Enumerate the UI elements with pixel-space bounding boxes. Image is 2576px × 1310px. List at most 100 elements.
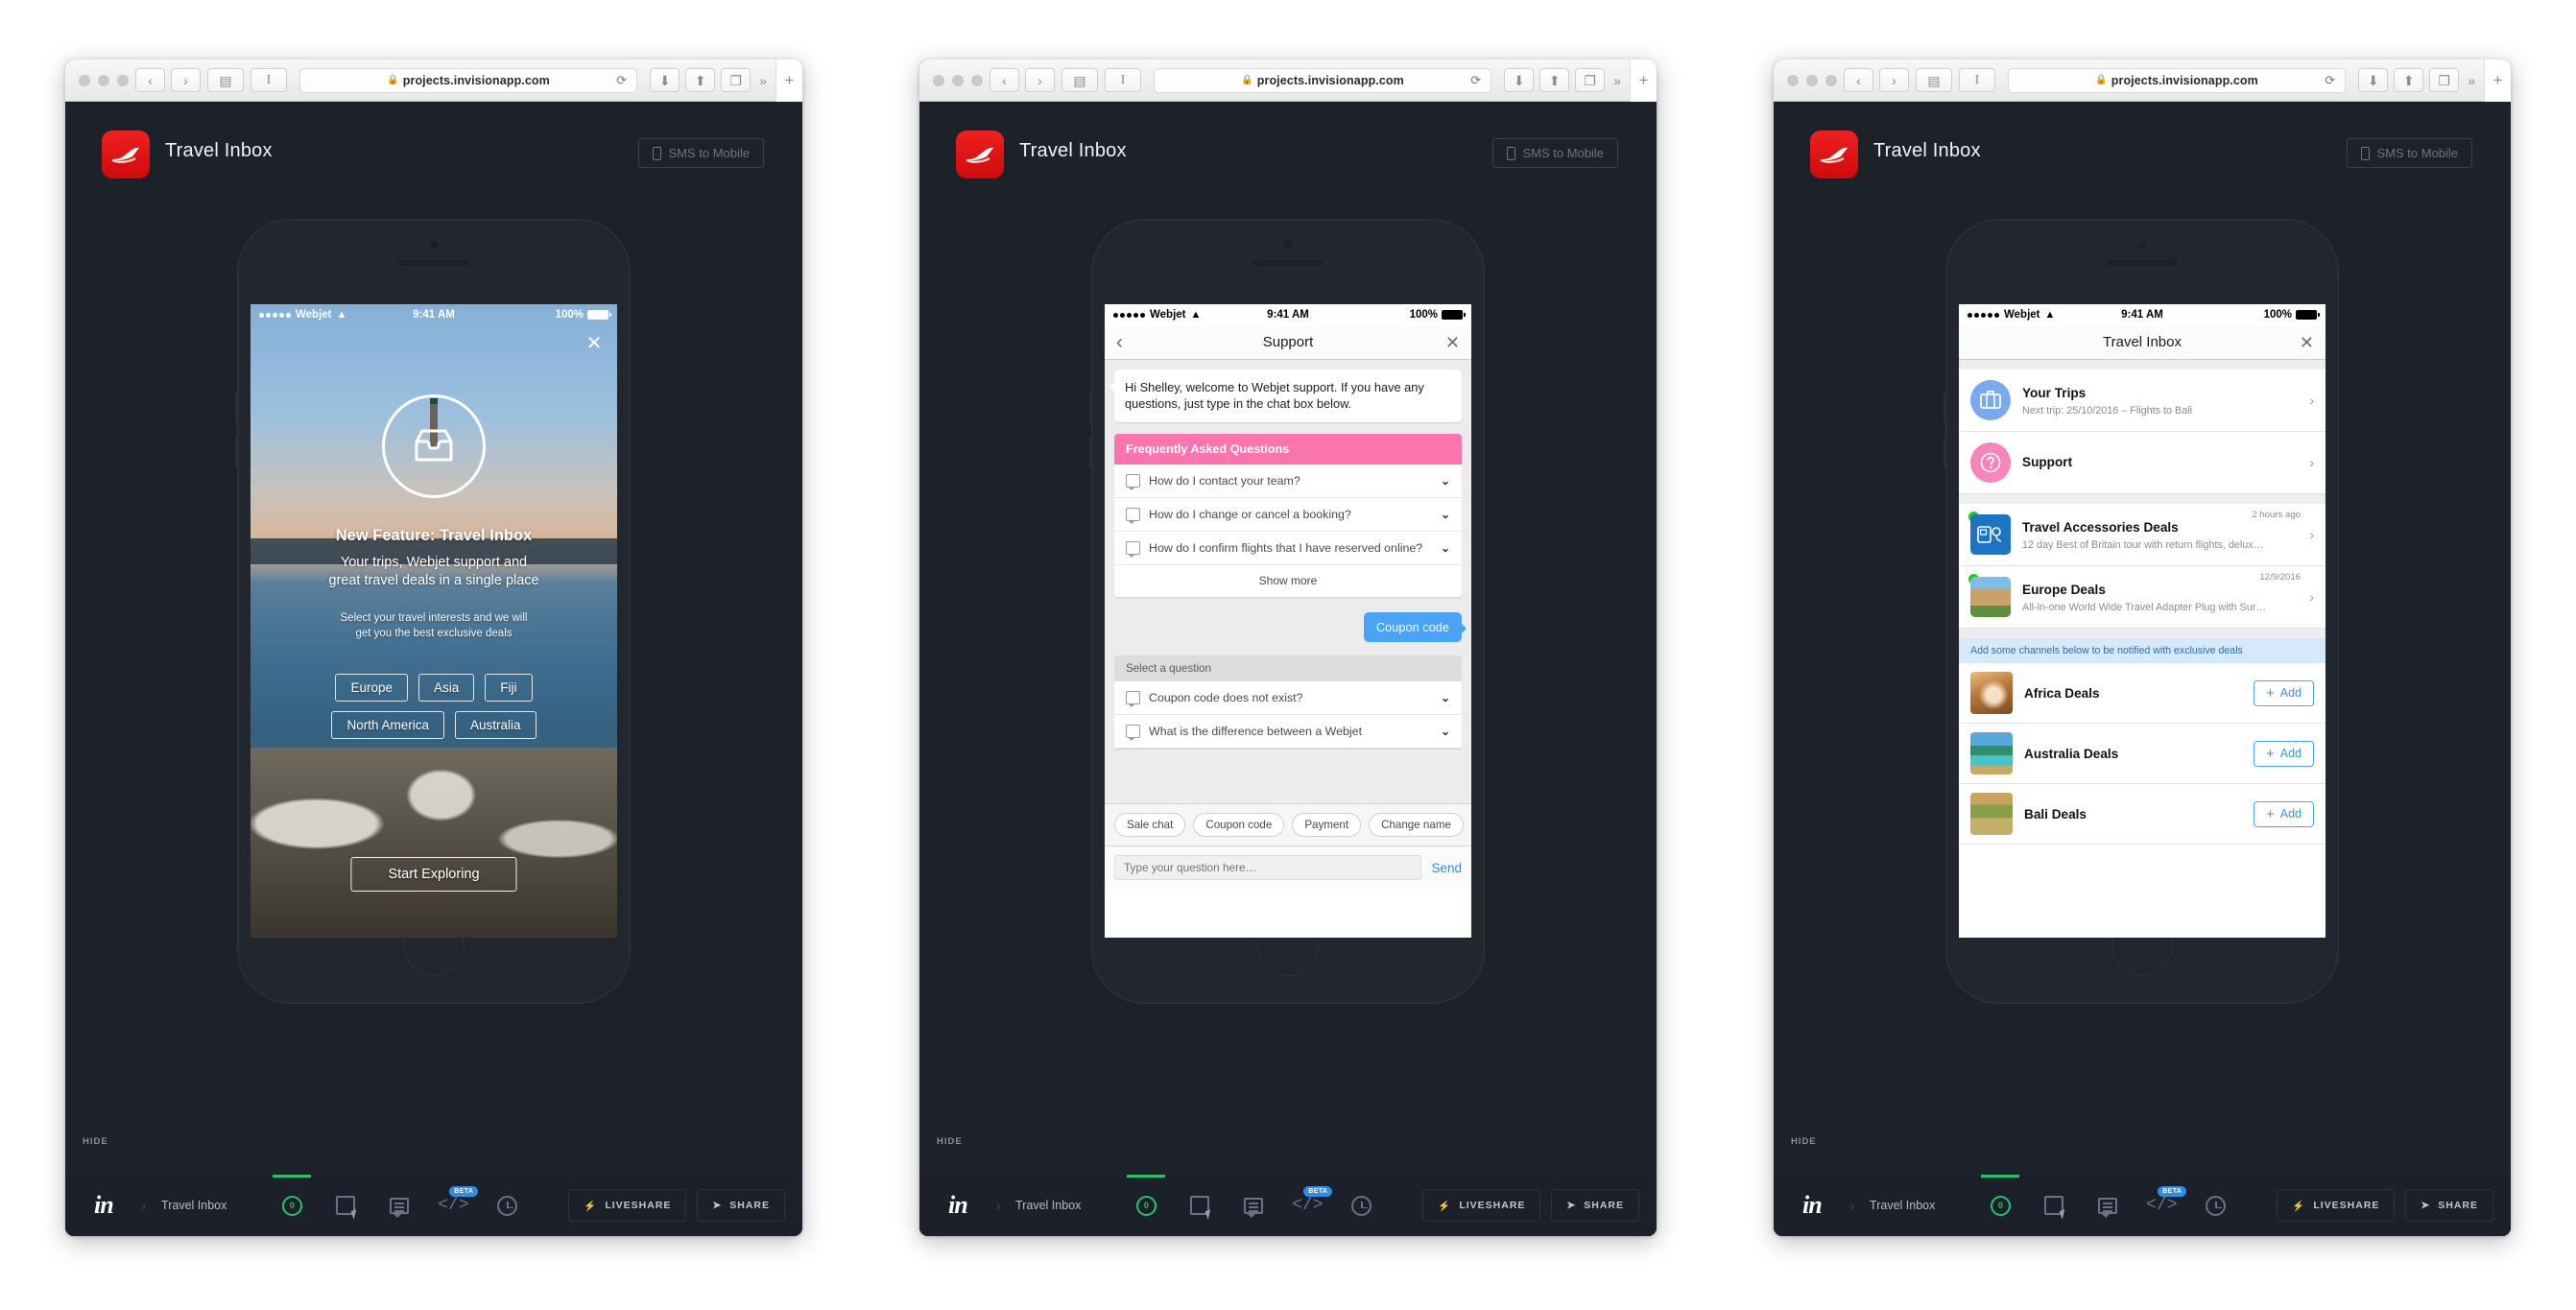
- downloads-icon[interactable]: ⬇: [1504, 68, 1535, 92]
- faq-item[interactable]: What is the difference between a Webjet …: [1114, 715, 1462, 750]
- zoom-window-dot[interactable]: [971, 74, 983, 86]
- reader-view-icon[interactable]: I: [1959, 68, 1995, 92]
- forward-button[interactable]: ›: [1879, 68, 1909, 92]
- faq-item[interactable]: How do I contact your team? ⌄: [1114, 464, 1462, 498]
- zoom-window-dot[interactable]: [1825, 74, 1837, 86]
- list-item[interactable]: Your Trips Next trip: 25/10/2016 – Fligh…: [1959, 369, 2326, 432]
- list-item[interactable]: Africa Deals + Add: [1959, 663, 2326, 724]
- breadcrumb[interactable]: Travel Inbox: [1870, 1199, 1935, 1212]
- address-bar[interactable]: 🔒 projects.invisionapp.com ⟳: [1154, 67, 1492, 93]
- interest-tag-asia[interactable]: Asia: [418, 674, 475, 702]
- back-button[interactable]: ‹: [990, 68, 1019, 92]
- history-tool[interactable]: [2188, 1175, 2242, 1236]
- preview-tool[interactable]: 0: [1119, 1175, 1173, 1236]
- close-x-icon[interactable]: ✕: [584, 334, 604, 354]
- zoom-window-dot[interactable]: [117, 74, 129, 86]
- hide-toolbar-button[interactable]: HIDE: [937, 1136, 963, 1147]
- tab-overview-icon[interactable]: ❐: [721, 68, 751, 92]
- more-chevrons-icon[interactable]: »: [1611, 73, 1623, 88]
- share-icon[interactable]: ⬆: [1539, 68, 1570, 92]
- close-x-icon[interactable]: ✕: [1445, 334, 1460, 351]
- close-window-dot[interactable]: [1787, 74, 1799, 86]
- share-icon[interactable]: ⬆: [2394, 68, 2424, 92]
- sidebar-toggle-icon[interactable]: ▤: [1061, 68, 1098, 92]
- add-channel-button[interactable]: + Add: [2253, 679, 2314, 706]
- tab-overview-icon[interactable]: ❐: [1575, 68, 1606, 92]
- sms-to-mobile-button[interactable]: SMS to Mobile: [2347, 138, 2472, 168]
- inspect-tool[interactable]: </> BETA: [1280, 1175, 1334, 1236]
- interest-tag-europe[interactable]: Europe: [335, 674, 409, 702]
- history-tool[interactable]: [1334, 1175, 1388, 1236]
- share-button[interactable]: ➤ SHARE: [2405, 1189, 2493, 1222]
- invision-logo[interactable]: in: [83, 1191, 127, 1220]
- forward-button[interactable]: ›: [1025, 68, 1055, 92]
- prototype-screen-3[interactable]: Webjet ▲ 9:41 AM 100% Travel Inbox ✕ You…: [1959, 304, 2326, 938]
- list-item[interactable]: Australia Deals + Add: [1959, 724, 2326, 784]
- build-tool[interactable]: [2027, 1175, 2081, 1236]
- breadcrumb[interactable]: Travel Inbox: [161, 1199, 227, 1212]
- add-channel-button[interactable]: + Add: [2253, 800, 2314, 827]
- new-tab-plus-icon[interactable]: +: [2484, 60, 2511, 102]
- preview-tool[interactable]: 0: [265, 1175, 319, 1236]
- travel-inbox-list[interactable]: Your Trips Next trip: 25/10/2016 – Fligh…: [1959, 360, 2326, 938]
- back-button[interactable]: ‹: [1844, 68, 1873, 92]
- traffic-lights[interactable]: [927, 74, 983, 86]
- sms-to-mobile-button[interactable]: SMS to Mobile: [638, 138, 764, 168]
- comment-tool[interactable]: [1227, 1175, 1280, 1236]
- share-button[interactable]: ➤ SHARE: [697, 1189, 785, 1222]
- liveshare-button[interactable]: ⚡ LIVESHARE: [1422, 1189, 1541, 1222]
- list-item[interactable]: Bali Deals + Add: [1959, 784, 2326, 845]
- sidebar-toggle-icon[interactable]: ▤: [207, 68, 244, 92]
- chip-sale-chat[interactable]: Sale chat: [1114, 813, 1186, 837]
- list-item[interactable]: Europe Deals All-in-one World Wide Trave…: [1959, 566, 2326, 629]
- tab-overview-icon[interactable]: ❐: [2429, 68, 2460, 92]
- prototype-screen-1[interactable]: Webjet ▲ 9:41 AM 100% ✕ New Feature: Tra…: [250, 304, 617, 938]
- share-icon[interactable]: ⬆: [685, 68, 716, 92]
- reload-icon[interactable]: ⟳: [2325, 73, 2335, 88]
- build-tool[interactable]: [319, 1175, 372, 1236]
- start-exploring-button[interactable]: Start Exploring: [350, 857, 517, 892]
- chip-payment[interactable]: Payment: [1292, 813, 1362, 837]
- more-chevrons-icon[interactable]: »: [2466, 73, 2477, 88]
- faq-item[interactable]: How do I confirm flights that I have res…: [1114, 532, 1462, 565]
- share-button[interactable]: ➤ SHARE: [1551, 1189, 1639, 1222]
- preview-tool[interactable]: 0: [1973, 1175, 2027, 1236]
- address-bar[interactable]: 🔒 projects.invisionapp.com ⟳: [299, 67, 638, 93]
- chat-body[interactable]: Hi Shelley, welcome to Webjet support. I…: [1105, 360, 1471, 803]
- sidebar-toggle-icon[interactable]: ▤: [1916, 68, 1952, 92]
- faq-item[interactable]: How do I change or cancel a booking? ⌄: [1114, 498, 1462, 532]
- minimize-window-dot[interactable]: [952, 74, 964, 86]
- show-more-button[interactable]: Show more: [1114, 565, 1462, 597]
- inspect-tool[interactable]: </> BETA: [426, 1175, 480, 1236]
- send-button[interactable]: Send: [1431, 861, 1462, 875]
- add-channel-button[interactable]: + Add: [2253, 740, 2314, 767]
- chat-input[interactable]: [1114, 855, 1422, 880]
- liveshare-button[interactable]: ⚡ LIVESHARE: [2277, 1189, 2396, 1222]
- new-tab-plus-icon[interactable]: +: [775, 60, 802, 102]
- close-window-dot[interactable]: [79, 74, 90, 86]
- reader-view-icon[interactable]: I: [1105, 68, 1141, 92]
- reload-icon[interactable]: ⟳: [1470, 73, 1481, 88]
- downloads-icon[interactable]: ⬇: [650, 68, 680, 92]
- forward-button[interactable]: ›: [171, 68, 201, 92]
- minimize-window-dot[interactable]: [98, 74, 109, 86]
- chip-change-name[interactable]: Change name: [1369, 813, 1464, 837]
- interest-tag-north-america[interactable]: North America: [331, 711, 444, 739]
- new-tab-plus-icon[interactable]: +: [1630, 60, 1657, 102]
- reader-view-icon[interactable]: I: [250, 68, 287, 92]
- liveshare-button[interactable]: ⚡ LIVESHARE: [568, 1189, 687, 1222]
- list-item[interactable]: Travel Accessories Deals 12 day Best of …: [1959, 504, 2326, 566]
- more-chevrons-icon[interactable]: »: [757, 73, 769, 88]
- hide-toolbar-button[interactable]: HIDE: [1791, 1136, 1817, 1147]
- traffic-lights[interactable]: [1781, 74, 1837, 86]
- invision-logo[interactable]: in: [937, 1191, 981, 1220]
- invision-logo[interactable]: in: [1791, 1191, 1835, 1220]
- close-window-dot[interactable]: [933, 74, 944, 86]
- breadcrumb[interactable]: Travel Inbox: [1015, 1199, 1081, 1212]
- list-item[interactable]: Support ›: [1959, 432, 2326, 494]
- sms-to-mobile-button[interactable]: SMS to Mobile: [1492, 138, 1618, 168]
- prototype-screen-2[interactable]: Webjet ▲ 9:41 AM 100% ‹ Support ✕ Hi She…: [1105, 304, 1471, 938]
- back-button[interactable]: ‹: [135, 68, 165, 92]
- comment-tool[interactable]: [372, 1175, 426, 1236]
- chip-coupon-code[interactable]: Coupon code: [1193, 813, 1285, 837]
